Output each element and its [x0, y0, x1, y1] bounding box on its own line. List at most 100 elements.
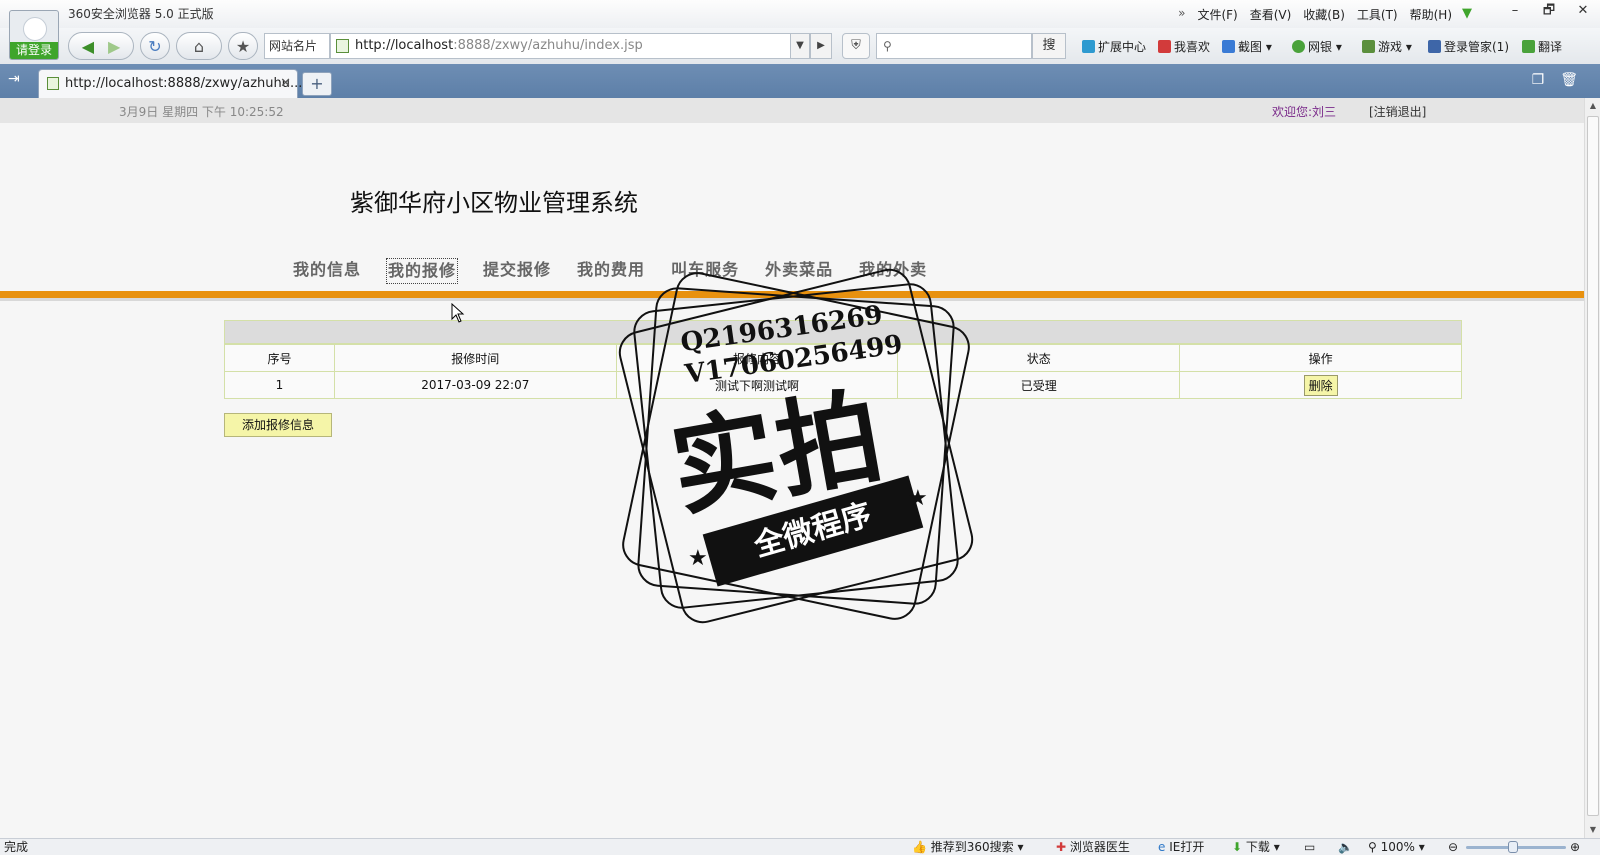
skin-shirt-icon[interactable]: ▼ — [1462, 6, 1472, 21]
status-recommend[interactable]: 👍 推荐到360搜索 ▾ — [912, 839, 1024, 855]
delete-button[interactable]: 删除 — [1303, 374, 1338, 396]
tab-active[interactable]: http://localhost:8888/zxwy/azhuhu... ✕ — [38, 69, 302, 98]
page-viewport: 3月9日 星期四 下午 10:25:52 欢迎您:刘三 [注销退出] 紫御华府小… — [0, 98, 1584, 838]
status-ie-open[interactable]: e IE打开 — [1158, 839, 1204, 855]
nav-my-repairs[interactable]: 我的报修 — [386, 258, 459, 284]
scissors-icon — [1222, 40, 1235, 53]
ext-bank[interactable]: 网银 ▾ — [1292, 38, 1342, 55]
url-host: http://localhost — [355, 38, 454, 53]
menu-help[interactable]: 帮助(H) — [1410, 6, 1452, 23]
minimize-button[interactable]: – — [1498, 0, 1532, 24]
menu-view[interactable]: 查看(V) — [1250, 6, 1292, 23]
home-icon: ⌂ — [193, 36, 205, 56]
menu-favorites[interactable]: 收藏(B) — [1303, 6, 1345, 23]
ext-screenshot-label: 截图 — [1238, 40, 1263, 54]
trash-icon[interactable]: 🗑 — [1560, 72, 1578, 88]
status-doctor[interactable]: ✚ 浏览器医生 — [1056, 839, 1130, 855]
app-title: 360安全浏览器 5.0 正式版 — [68, 7, 214, 21]
zoom-in-icon[interactable]: ⊕ — [1570, 839, 1580, 855]
add-repair-button[interactable]: 添加报修信息 — [224, 413, 332, 437]
ext-games[interactable]: 游戏 ▾ — [1362, 38, 1412, 55]
main-nav: 我的信息 我的报修 提交报修 我的费用 叫车服务 外卖菜品 我的外卖 — [292, 258, 928, 284]
sidebar-toggle-icon[interactable]: ⇥ — [8, 71, 20, 87]
volume-icon[interactable]: 🔈 — [1338, 839, 1353, 855]
coin-icon — [1292, 40, 1305, 53]
cell-time: 2017-03-09 22:07 — [333, 371, 617, 399]
logout-link[interactable]: [注销退出] — [1369, 103, 1426, 120]
scroll-thumb[interactable] — [1587, 116, 1599, 816]
menu-tools[interactable]: 工具(T) — [1357, 6, 1398, 23]
back-arrow-icon[interactable]: ◀ — [82, 37, 94, 56]
stamp-frame — [614, 264, 978, 628]
nav-my-takeout[interactable]: 我的外卖 — [858, 258, 928, 284]
tab-title: http://localhost:8888/zxwy/azhuhu... — [65, 76, 303, 91]
security-shield-icon[interactable]: ⛨ — [842, 33, 870, 59]
status-download-label: 下载 — [1245, 840, 1270, 854]
zoom-slider[interactable] — [1466, 841, 1566, 853]
game-icon — [1362, 40, 1375, 53]
col-header-content: 报修内容 — [615, 344, 899, 372]
site-card-button[interactable]: 网站名片 — [264, 33, 330, 59]
nav-takeout-menu[interactable]: 外卖菜品 — [764, 258, 834, 284]
nav-my-info[interactable]: 我的信息 — [292, 258, 362, 284]
refresh-button[interactable]: ↻ — [140, 32, 170, 60]
login-label: 请登录 — [10, 42, 58, 59]
restore-button[interactable]: 🗗 — [1532, 0, 1566, 24]
search-button[interactable]: 搜 — [1032, 33, 1066, 59]
nav-my-fees[interactable]: 我的费用 — [576, 258, 646, 284]
ext-login-manager[interactable]: 登录管家(1) — [1428, 38, 1509, 55]
table-caption-band — [224, 320, 1462, 344]
login-avatar[interactable]: 请登录 — [9, 10, 59, 60]
go-button[interactable]: ▶ — [810, 33, 832, 59]
status-text: 完成 — [4, 840, 29, 854]
forward-arrow-icon[interactable]: ▶ — [108, 37, 120, 56]
zoom-out-icon[interactable]: ⊖ — [1448, 839, 1458, 855]
ext-translate[interactable]: 翻译 — [1522, 38, 1562, 55]
status-ie-label: IE打开 — [1169, 840, 1205, 854]
browser-toolbar: ◀ ▶ ↻ ⌂ ★ 网站名片 http://localhost:8888/zxw… — [0, 28, 1600, 64]
ext-like[interactable]: 我喜欢 — [1158, 38, 1210, 55]
ie-icon: e — [1158, 840, 1166, 854]
nav-car-service[interactable]: 叫车服务 — [670, 258, 740, 284]
address-dropdown-button[interactable]: ▼ — [790, 33, 810, 59]
favorite-button[interactable]: ★ — [228, 32, 258, 60]
col-header-time: 报修时间 — [333, 344, 617, 372]
status-zoom[interactable]: ⚲ 100% ▾ — [1368, 839, 1425, 855]
ext-center-label: 扩展中心 — [1098, 40, 1147, 54]
welcome-prefix: 欢迎您: — [1272, 105, 1313, 119]
zoom-slider-knob[interactable] — [1508, 841, 1518, 853]
download-icon: ⬇ — [1232, 840, 1243, 854]
tab-favicon-icon — [47, 77, 59, 90]
stamp-star-icon: ★ — [688, 546, 708, 571]
translate-icon — [1522, 40, 1535, 53]
refresh-icon: ↻ — [148, 36, 162, 56]
search-input[interactable]: ⚲ — [876, 33, 1032, 59]
home-button[interactable]: ⌂ — [176, 32, 222, 60]
cell-index: 1 — [224, 371, 335, 399]
tabbar-tools: ❐ 🗑 — [1532, 72, 1578, 88]
heart-icon — [1158, 40, 1171, 53]
page-top-strip: 3月9日 星期四 下午 10:25:52 欢迎您:刘三 [注销退出] — [0, 98, 1584, 123]
nav-submit-repair[interactable]: 提交报修 — [482, 258, 552, 284]
vertical-scrollbar[interactable]: ▲ ▼ — [1584, 98, 1600, 838]
ext-like-label: 我喜欢 — [1174, 40, 1211, 54]
close-window-button[interactable]: ✕ — [1566, 0, 1600, 24]
page-favicon-icon — [336, 39, 349, 53]
window-controls: – 🗗 ✕ — [1498, 0, 1600, 24]
url-path: :8888/zxwy/azhuhu/index.jsp — [453, 38, 643, 53]
menu-file[interactable]: 文件(F) — [1197, 6, 1237, 23]
address-bar[interactable]: http://localhost:8888/zxwy/azhuhu/index.… — [330, 33, 810, 59]
thumb-icon: 👍 — [912, 840, 927, 854]
ext-center[interactable]: 扩展中心 — [1082, 38, 1146, 55]
stamp-ribbon: 全微程序 — [702, 475, 924, 587]
tab-restore-icon[interactable]: ❐ — [1532, 72, 1545, 88]
screen-icon[interactable]: ▭ — [1304, 839, 1315, 855]
menu-overflow-icon[interactable]: » — [1178, 6, 1185, 23]
tab-close-icon[interactable]: ✕ — [280, 70, 291, 97]
scroll-down-icon[interactable]: ▼ — [1585, 822, 1600, 838]
browser-menu: » 文件(F) 查看(V) 收藏(B) 工具(T) 帮助(H) — [1178, 6, 1452, 23]
new-tab-button[interactable]: + — [302, 72, 332, 96]
scroll-up-icon[interactable]: ▲ — [1585, 98, 1600, 114]
ext-screenshot[interactable]: 截图 ▾ — [1222, 38, 1272, 55]
status-download[interactable]: ⬇ 下载 ▾ — [1232, 839, 1280, 855]
